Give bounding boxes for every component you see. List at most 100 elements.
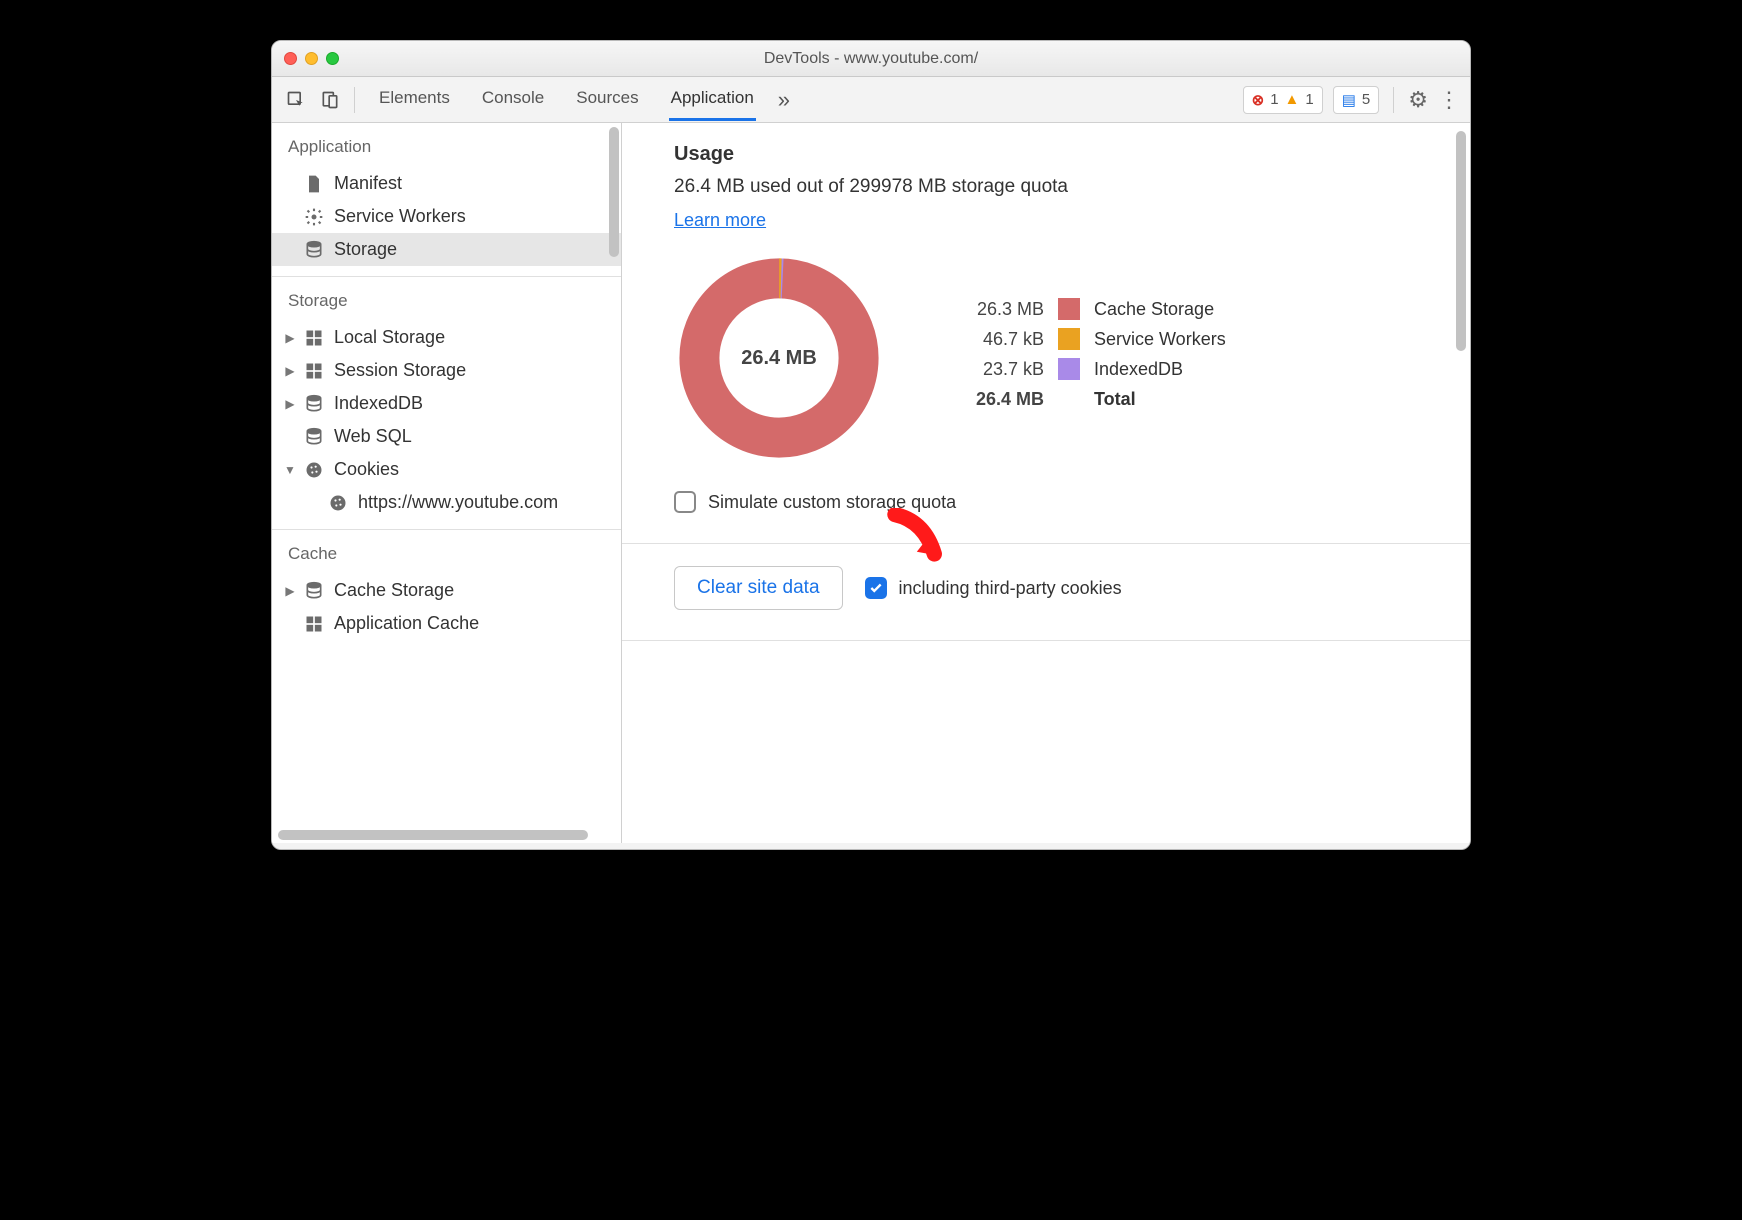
donut-center-label: 26.4 MB (674, 253, 884, 463)
database-icon (304, 394, 324, 414)
sidebar-item-websql[interactable]: Web SQL (272, 420, 621, 453)
main-split: Application Manifest Service Workers Sto… (272, 123, 1470, 843)
legend-value: 26.3 MB (944, 299, 1044, 320)
legend-label: Cache Storage (1094, 299, 1214, 320)
file-icon (304, 174, 324, 194)
section-divider (622, 640, 1470, 641)
legend-value: 46.7 kB (944, 329, 1044, 350)
chevron-right-icon[interactable]: ▶ (284, 364, 296, 378)
error-count: 1 (1270, 91, 1278, 108)
sidebar-item-label: https://www.youtube.com (358, 492, 558, 513)
cookie-icon (328, 493, 348, 513)
database-icon (304, 427, 324, 447)
message-icon: ▤ (1342, 91, 1356, 109)
database-icon (304, 581, 324, 601)
sidebar-item-local-storage[interactable]: ▶ Local Storage (272, 321, 621, 354)
titlebar: DevTools - www.youtube.com/ (272, 41, 1470, 77)
legend-row-cache-storage: 26.3 MB Cache Storage (944, 298, 1226, 320)
settings-gear-icon[interactable]: ⚙ (1408, 87, 1428, 113)
legend-row-total: 26.4 MB Total (944, 388, 1226, 410)
sidebar-item-manifest[interactable]: Manifest (272, 167, 621, 200)
warning-icon: ▲ (1285, 91, 1300, 108)
storage-panel: Usage 26.4 MB used out of 299978 MB stor… (622, 123, 1470, 843)
legend-label: IndexedDB (1094, 359, 1183, 380)
inspect-element-icon[interactable] (282, 86, 310, 114)
legend-swatch (1058, 358, 1080, 380)
devtools-toolbar: Elements Console Sources Application » ⊗… (272, 77, 1470, 123)
toolbar-right: ⊗ 1 ▲ 1 ▤ 5 ⚙ ⋮ (1243, 86, 1460, 114)
gear-icon (304, 207, 324, 227)
sidebar-item-application-cache[interactable]: Application Cache (272, 607, 621, 640)
legend-swatch (1058, 298, 1080, 320)
tabs-overflow-icon[interactable]: » (778, 87, 790, 113)
sidebar-item-label: Manifest (334, 173, 402, 194)
clear-data-row: Clear site data including third-party co… (674, 544, 1434, 640)
usage-donut-chart: 26.4 MB (674, 253, 884, 463)
sidebar-vertical-scrollbar[interactable] (609, 127, 619, 257)
device-toolbar-icon[interactable] (316, 86, 344, 114)
grid-icon (304, 328, 324, 348)
usage-chart-row: 26.4 MB 26.3 MB Cache Storage 46.7 kB Se… (674, 253, 1434, 463)
sidebar-horizontal-scrollbar[interactable] (278, 830, 588, 840)
tab-elements[interactable]: Elements (377, 78, 452, 121)
legend-label: Service Workers (1094, 329, 1226, 350)
tab-application[interactable]: Application (669, 78, 756, 121)
tab-sources[interactable]: Sources (574, 78, 640, 121)
sidebar-item-label: IndexedDB (334, 393, 423, 414)
sidebar-item-session-storage[interactable]: ▶ Session Storage (272, 354, 621, 387)
message-count: 5 (1362, 91, 1370, 108)
annotation-arrow-icon (884, 508, 954, 578)
simulate-quota-checkbox[interactable] (674, 491, 696, 513)
legend-value: 26.4 MB (944, 389, 1044, 410)
sidebar-item-storage[interactable]: Storage (272, 233, 621, 266)
toolbar-separator (354, 87, 355, 113)
grid-icon (304, 614, 324, 634)
sidebar-item-cookie-origin[interactable]: https://www.youtube.com (272, 486, 621, 519)
chevron-right-icon[interactable]: ▶ (284, 397, 296, 411)
third-party-cookies-label: including third-party cookies (899, 578, 1122, 599)
sidebar-item-label: Session Storage (334, 360, 466, 381)
tab-console[interactable]: Console (480, 78, 546, 121)
sidebar-item-label: Cache Storage (334, 580, 454, 601)
sidebar-item-label: Web SQL (334, 426, 412, 447)
panel-tabs: Elements Console Sources Application (377, 78, 756, 121)
usage-legend: 26.3 MB Cache Storage 46.7 kB Service Wo… (944, 298, 1226, 418)
console-issues-badge[interactable]: ⊗ 1 ▲ 1 (1243, 86, 1323, 114)
usage-heading: Usage (674, 143, 1434, 166)
legend-swatch (1058, 328, 1080, 350)
grid-icon (304, 361, 324, 381)
warning-count: 1 (1305, 91, 1313, 108)
sidebar-item-cache-storage[interactable]: ▶ Cache Storage (272, 574, 621, 607)
clear-site-data-button[interactable]: Clear site data (674, 566, 843, 610)
chevron-down-icon[interactable]: ▼ (284, 463, 296, 477)
chevron-right-icon[interactable]: ▶ (284, 331, 296, 345)
sidebar-item-label: Cookies (334, 459, 399, 480)
window-title: DevTools - www.youtube.com/ (272, 50, 1470, 68)
devtools-window: DevTools - www.youtube.com/ Elements Con… (271, 40, 1471, 850)
messages-badge[interactable]: ▤ 5 (1333, 86, 1380, 114)
toolbar-separator (1393, 87, 1394, 113)
cookie-icon (304, 460, 324, 480)
more-menu-icon[interactable]: ⋮ (1438, 87, 1460, 113)
usage-text: 26.4 MB used out of 299978 MB storage qu… (674, 176, 1434, 198)
sidebar-section-application: Application (272, 123, 621, 167)
learn-more-link[interactable]: Learn more (674, 210, 766, 230)
sidebar-item-indexeddb[interactable]: ▶ IndexedDB (272, 387, 621, 420)
chevron-right-icon[interactable]: ▶ (284, 584, 296, 598)
sidebar-item-cookies[interactable]: ▼ Cookies (272, 453, 621, 486)
simulate-quota-row: Simulate custom storage quota (674, 491, 1434, 513)
legend-row-indexeddb: 23.7 kB IndexedDB (944, 358, 1226, 380)
error-icon: ⊗ (1252, 91, 1265, 109)
application-sidebar: Application Manifest Service Workers Sto… (272, 123, 622, 843)
sidebar-item-label: Local Storage (334, 327, 445, 348)
legend-value: 23.7 kB (944, 359, 1044, 380)
sidebar-item-label: Storage (334, 239, 397, 260)
sidebar-item-label: Service Workers (334, 206, 466, 227)
legend-swatch-empty (1058, 388, 1080, 410)
sidebar-item-service-workers[interactable]: Service Workers (272, 200, 621, 233)
legend-row-service-workers: 46.7 kB Service Workers (944, 328, 1226, 350)
third-party-cookies-checkbox[interactable] (865, 577, 887, 599)
content-vertical-scrollbar[interactable] (1456, 131, 1466, 351)
sidebar-section-storage: Storage (272, 277, 621, 321)
database-icon (304, 240, 324, 260)
